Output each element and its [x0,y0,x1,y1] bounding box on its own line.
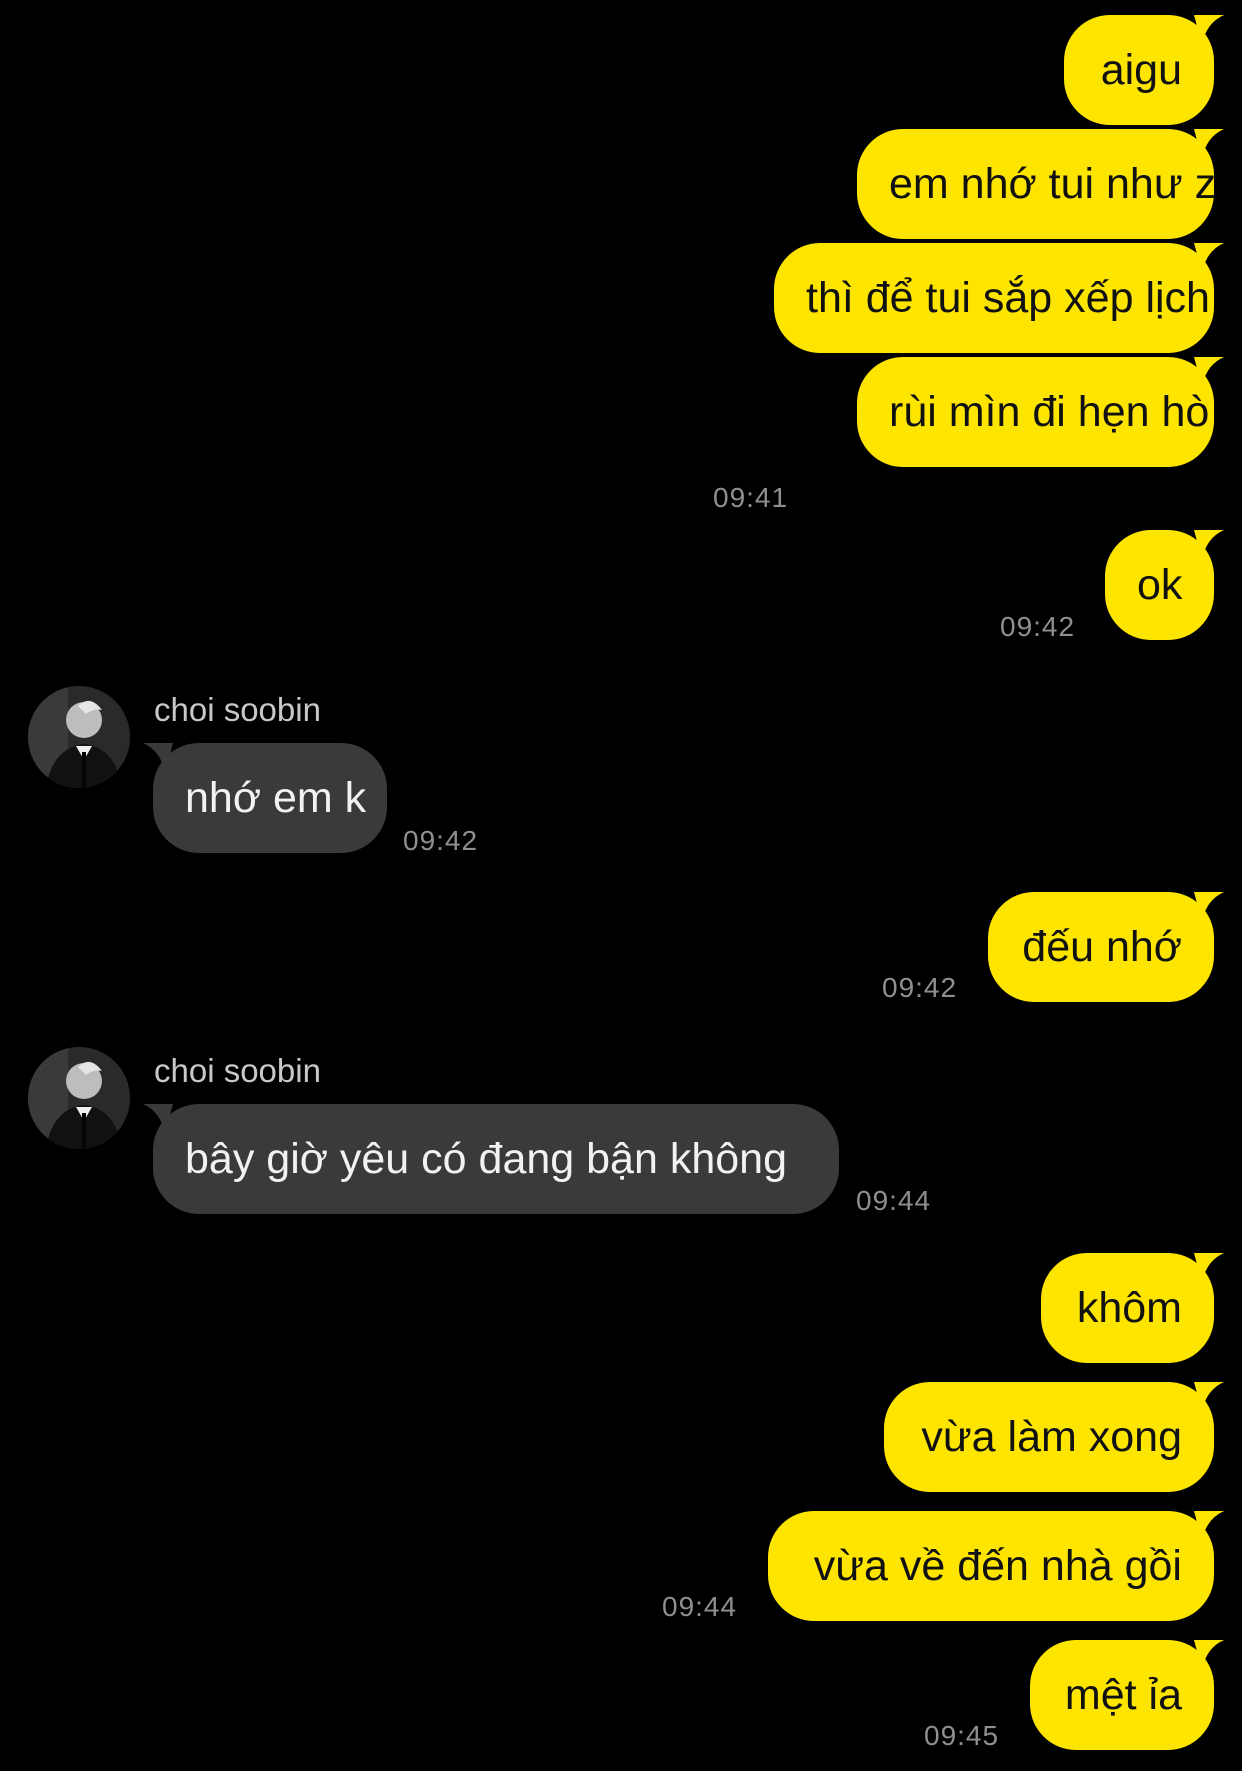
bubble-tail-icon [1194,892,1224,922]
bubble-tail-icon [1194,1382,1224,1412]
outgoing-message-bubble[interactable]: khôm [1041,1253,1214,1363]
bubble-tail-icon [1194,1511,1224,1541]
incoming-message-bubble[interactable]: nhớ em k [153,743,387,853]
bubble-tail-icon [1194,15,1224,45]
profile-photo-icon [28,686,130,788]
bubble-tail-icon [1194,243,1224,273]
outgoing-message-bubble[interactable]: vừa về đến nhà gồi [768,1511,1214,1621]
outgoing-message-bubble[interactable]: rùi mìn đi hẹn hò [857,357,1214,467]
bubble-tail-icon [1194,129,1224,159]
message-timestamp: 09:41 [713,482,789,513]
outgoing-message-bubble[interactable]: thì để tui sắp xếp lịch [774,243,1214,353]
message-timestamp: 09:45 [924,1720,1000,1751]
message-timestamp: 09:42 [403,825,479,856]
contact-avatar[interactable] [28,686,130,788]
message-timestamp: 09:42 [1000,611,1076,642]
chat-thread[interactable]: aigu em nhớ tui như z thì để tui sắp xếp… [0,0,1242,1771]
contact-avatar[interactable] [28,1047,130,1149]
bubble-tail-icon [1194,1253,1224,1283]
bubble-tail-icon [1194,530,1224,560]
bubble-tail-icon [143,743,173,773]
profile-photo-icon [28,1047,130,1149]
message-timestamp: 09:44 [662,1591,738,1622]
outgoing-message-bubble[interactable]: đếu nhớ [988,892,1214,1002]
outgoing-message-bubble[interactable]: em nhớ tui như z [857,129,1216,239]
bubble-tail-icon [1194,357,1224,387]
outgoing-message-bubble[interactable]: aigu [1064,15,1214,125]
outgoing-message-bubble[interactable]: mệt ỉa [1030,1640,1214,1750]
sender-name: choi soobin [154,691,321,728]
bubble-tail-icon [1194,1640,1224,1670]
message-timestamp: 09:42 [882,972,958,1003]
outgoing-message-bubble[interactable]: vừa làm xong [884,1382,1214,1492]
incoming-message-bubble[interactable]: bây giờ yêu có đang bận không [153,1104,839,1214]
sender-name: choi soobin [154,1052,321,1089]
message-timestamp: 09:44 [856,1185,932,1216]
bubble-tail-icon [143,1104,173,1134]
